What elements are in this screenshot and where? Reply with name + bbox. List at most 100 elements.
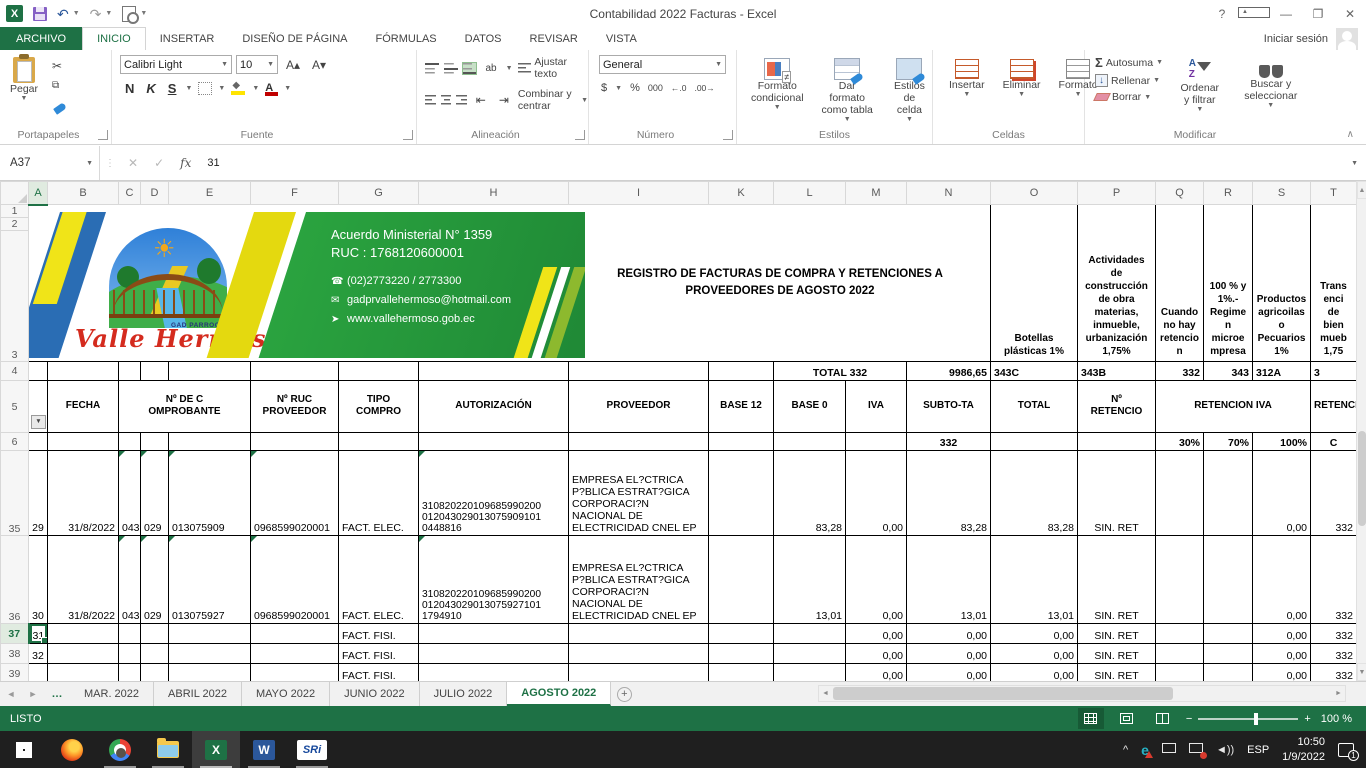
align-left-icon[interactable]	[425, 95, 436, 106]
select-all-corner[interactable]	[1, 182, 29, 205]
cell[interactable]: 30%	[1156, 433, 1204, 451]
notification-center-icon[interactable]: 1	[1338, 743, 1354, 757]
font-size-combo[interactable]: 10▼	[236, 55, 278, 74]
cell[interactable]: 3	[1311, 362, 1357, 381]
cell[interactable]: 332	[1311, 644, 1357, 664]
avatar[interactable]	[1336, 28, 1358, 50]
tab-datos[interactable]: DATOS	[451, 27, 516, 50]
cell[interactable]	[1156, 624, 1204, 644]
cell[interactable]	[709, 362, 774, 381]
cell[interactable]	[419, 433, 569, 451]
tab-archivo[interactable]: ARCHIVO	[0, 27, 82, 50]
cell[interactable]	[1204, 451, 1253, 536]
undo-icon[interactable]: ↶	[57, 7, 69, 21]
minimize-icon[interactable]: —	[1270, 7, 1302, 21]
cell[interactable]	[1156, 451, 1204, 536]
cell[interactable]	[29, 664, 48, 682]
cell[interactable]: 0,00	[846, 536, 907, 624]
cell[interactable]	[141, 362, 169, 381]
cell[interactable]: 013075927	[169, 536, 251, 624]
cell[interactable]	[1204, 664, 1253, 682]
cell[interactable]: 0,00	[846, 644, 907, 664]
italic-button[interactable]: K	[143, 81, 158, 96]
cell[interactable]	[709, 433, 774, 451]
cell[interactable]	[169, 624, 251, 644]
cell[interactable]: Actividades de construcción de obra mate…	[1078, 205, 1156, 362]
cell[interactable]	[419, 624, 569, 644]
cell[interactable]	[29, 433, 48, 451]
column-header[interactable]: L	[774, 182, 846, 205]
display-alert-icon[interactable]	[1189, 743, 1203, 756]
cell[interactable]: BASE 12	[709, 381, 774, 433]
cell[interactable]	[846, 433, 907, 451]
tab-diseno[interactable]: DISEÑO DE PÁGINA	[228, 27, 361, 50]
cell[interactable]: SUBTO-TA	[907, 381, 991, 433]
scroll-up-icon[interactable]: ▲	[1357, 181, 1366, 199]
horizontal-scrollbar[interactable]: ◄ ►	[818, 685, 1346, 702]
cell[interactable]: EMPRESA EL?CTRICA P?BLICA ESTRAT?GICA CO…	[569, 451, 709, 536]
restore-icon[interactable]: ❐	[1302, 7, 1334, 21]
cell[interactable]: C	[1311, 433, 1357, 451]
cell-styles-button[interactable]: Estilos de celda▼	[887, 55, 932, 127]
cell[interactable]	[251, 362, 339, 381]
zoom-thumb[interactable]	[1254, 713, 1258, 725]
cell[interactable]: 332	[1311, 624, 1357, 644]
cancel-icon[interactable]: ✕	[120, 156, 146, 170]
cell[interactable]: TOTAL	[991, 381, 1078, 433]
cell[interactable]: 0,00	[991, 624, 1078, 644]
align-middle-icon[interactable]	[444, 63, 458, 74]
cell[interactable]: PROVEEDOR	[569, 381, 709, 433]
currency-icon[interactable]: $	[601, 82, 607, 94]
cell[interactable]	[1156, 664, 1204, 682]
cell[interactable]	[141, 644, 169, 664]
column-header[interactable]: K	[709, 182, 774, 205]
column-header[interactable]: S	[1253, 182, 1311, 205]
delete-cells-button[interactable]: Eliminar▼	[999, 56, 1045, 102]
excel-logo-icon[interactable]: X	[6, 5, 23, 22]
formula-bar-splitter[interactable]: ⋮	[100, 158, 120, 169]
cell[interactable]: FACT. ELEC.	[339, 451, 419, 536]
redo-icon[interactable]: ↷	[90, 7, 102, 21]
expand-formula-bar-icon[interactable]: ▼	[1351, 160, 1366, 167]
row-header[interactable]: 5	[1, 381, 29, 433]
find-select-button[interactable]: Buscar y seleccionar▼	[1237, 55, 1305, 117]
column-header[interactable]: B	[48, 182, 119, 205]
language-indicator[interactable]: ESP	[1247, 744, 1269, 756]
row-header[interactable]: 1	[1, 205, 29, 218]
column-header[interactable]: T	[1311, 182, 1357, 205]
cell[interactable]	[569, 433, 709, 451]
tab-formulas[interactable]: FÓRMULAS	[362, 27, 451, 50]
zoom-in-icon[interactable]: +	[1304, 713, 1310, 725]
scroll-right-icon[interactable]: ►	[1332, 686, 1345, 701]
cell[interactable]	[709, 644, 774, 664]
sort-filter-button[interactable]: AZ Ordenar y filtrar▼	[1173, 55, 1227, 117]
font-color-icon[interactable]: A	[265, 82, 278, 96]
vertical-scrollbar[interactable]: ▲ ▼	[1356, 181, 1366, 681]
cell[interactable]: 83,28	[907, 451, 991, 536]
cell[interactable]: 343	[1204, 362, 1253, 381]
fill-button[interactable]: ↓Rellenar▼	[1095, 74, 1163, 87]
tab-insertar[interactable]: INSERTAR	[146, 27, 229, 50]
cell[interactable]: FACT. ELEC.	[339, 536, 419, 624]
cell[interactable]: Nº RETENCIO	[1078, 381, 1156, 433]
column-header[interactable]: F	[251, 182, 339, 205]
cell[interactable]: 0,00	[907, 644, 991, 664]
horizontal-scroll-thumb[interactable]	[833, 687, 1173, 700]
cell[interactable]: 0,00	[846, 624, 907, 644]
column-header[interactable]: P	[1078, 182, 1156, 205]
format-as-table-button[interactable]: Dar formato como tabla▼	[816, 55, 879, 127]
cell[interactable]: 312A	[1253, 362, 1311, 381]
cell[interactable]: 029	[141, 536, 169, 624]
tray-expand-icon[interactable]: ^	[1123, 744, 1128, 756]
borders-dropdown-icon[interactable]: ▼	[218, 85, 225, 92]
cell[interactable]	[709, 664, 774, 682]
cell[interactable]	[569, 362, 709, 381]
tab-revisar[interactable]: REVISAR	[516, 27, 592, 50]
wrap-text-button[interactable]: Ajustar texto	[518, 56, 588, 80]
font-dialog-launcher[interactable]	[403, 130, 413, 140]
cell[interactable]: 13,01	[774, 536, 846, 624]
cell[interactable]: 0,00	[1253, 536, 1311, 624]
cell[interactable]	[569, 664, 709, 682]
alignment-dialog-launcher[interactable]	[575, 130, 585, 140]
sheet-tab-julio[interactable]: JULIO 2022	[420, 682, 508, 706]
